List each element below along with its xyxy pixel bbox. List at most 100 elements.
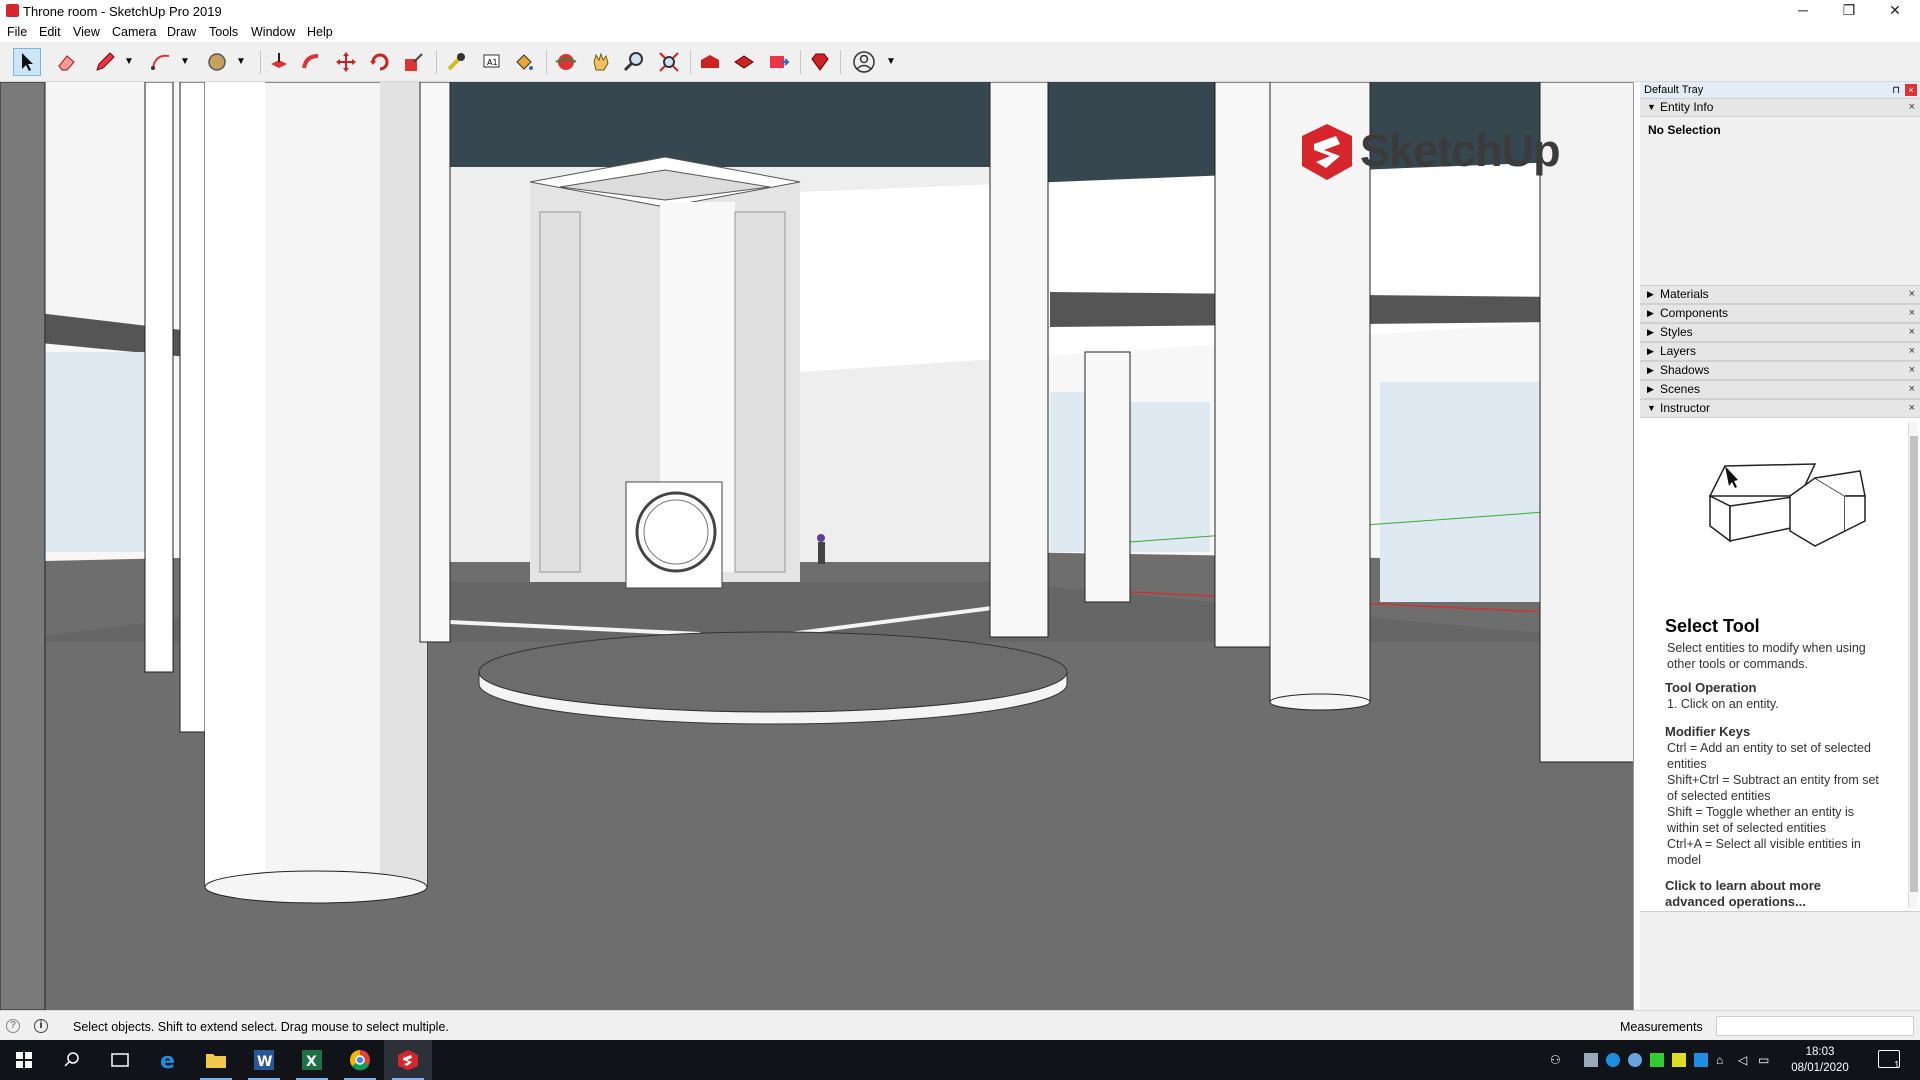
people-icon[interactable]: ⚇	[1550, 1053, 1564, 1067]
pin-icon[interactable]: ⊓	[1892, 83, 1900, 99]
close-icon[interactable]: ×	[1909, 286, 1915, 303]
clock-date: 08/01/2020	[1791, 1062, 1849, 1074]
maximize-button[interactable]: ❐	[1826, 0, 1872, 22]
zoom-icon[interactable]	[620, 48, 648, 76]
measurements-input[interactable]	[1716, 1016, 1914, 1036]
close-button[interactable]: ✕	[1872, 0, 1918, 22]
menu-view[interactable]: View	[73, 25, 100, 39]
send-to-layout-icon[interactable]	[765, 48, 793, 76]
panel-components[interactable]: ▶ Components ×	[1640, 304, 1920, 323]
tray-app-icon[interactable]	[1584, 1053, 1598, 1067]
eraser-icon[interactable]	[53, 48, 81, 76]
instructor-operation-heading: Tool Operation	[1665, 680, 1757, 695]
file-explorer-icon[interactable]	[192, 1040, 240, 1080]
clock[interactable]: 18:03 08/01/2020	[1780, 1044, 1860, 1076]
panel-entity-info[interactable]: ▼ Entity Info ×	[1640, 98, 1920, 117]
panel-instructor[interactable]: ▼ Instructor ×	[1640, 399, 1920, 418]
close-icon[interactable]: ×	[1909, 99, 1915, 116]
orbit-icon[interactable]	[552, 48, 580, 76]
push-pull-icon[interactable]	[265, 48, 293, 76]
svg-text:e: e	[160, 1049, 175, 1071]
follow-me-icon[interactable]	[298, 48, 326, 76]
menu-file[interactable]: File	[7, 25, 27, 39]
entity-info-body: No Selection	[1640, 117, 1920, 269]
paint-bucket-icon[interactable]	[510, 48, 538, 76]
tray-app-icon[interactable]	[1606, 1053, 1620, 1067]
arc-dropdown-icon[interactable]: ▼	[180, 56, 190, 67]
shape-dropdown-icon[interactable]: ▼	[236, 56, 246, 67]
select-icon[interactable]	[13, 48, 41, 76]
tray-app-icon[interactable]	[1628, 1053, 1642, 1067]
windows-start-icon[interactable]	[0, 1040, 48, 1080]
word-icon[interactable]: W	[240, 1040, 288, 1080]
tray-close-button[interactable]: ×	[1905, 84, 1917, 96]
chrome-icon[interactable]	[336, 1040, 384, 1080]
battery-icon[interactable]: ▭	[1758, 1053, 1772, 1067]
warehouse-icon[interactable]	[696, 48, 724, 76]
account-dropdown-icon[interactable]: ▼	[886, 56, 896, 67]
pan-icon[interactable]	[587, 48, 615, 76]
scrollbar-thumb[interactable]	[1910, 436, 1918, 892]
volume-icon[interactable]: ◁	[1738, 1053, 1752, 1067]
menu-help[interactable]: Help	[307, 25, 333, 39]
tray-app-icon[interactable]	[1672, 1053, 1686, 1067]
model-viewport[interactable]: SketchUp	[0, 82, 1634, 1010]
text-icon[interactable]: A1	[477, 48, 505, 76]
menu-camera[interactable]: Camera	[112, 25, 156, 39]
close-icon[interactable]: ×	[1909, 400, 1915, 417]
default-tray: Default Tray ⊓ × ▼ Entity Info × No Sele…	[1640, 82, 1920, 1010]
arc-icon[interactable]	[147, 48, 175, 76]
network-icon[interactable]: ⌂	[1716, 1053, 1730, 1067]
info-icon[interactable]: i	[34, 1019, 48, 1033]
instructor-modifier-line: Shift+Ctrl = Subtract an entity from set…	[1667, 773, 1879, 803]
tape-measure-icon[interactable]	[442, 48, 470, 76]
expanded-triangle-icon: ▼	[1647, 102, 1656, 112]
scale-icon[interactable]	[400, 48, 428, 76]
task-view-icon[interactable]	[96, 1040, 144, 1080]
menu-window[interactable]: Window	[251, 25, 295, 39]
move-icon[interactable]	[332, 48, 360, 76]
panel-label: Styles	[1660, 325, 1693, 339]
instructor-scrollbar[interactable]	[1908, 422, 1918, 908]
instructor-modifier-line: Ctrl = Add an entity to set of selected …	[1667, 741, 1871, 771]
search-icon[interactable]	[48, 1040, 96, 1080]
account-icon[interactable]	[850, 48, 878, 76]
close-icon[interactable]: ×	[1909, 362, 1915, 379]
panel-styles[interactable]: ▶ Styles ×	[1640, 323, 1920, 342]
geo-location-icon[interactable]: ?	[6, 1019, 20, 1033]
edge-icon[interactable]: e	[144, 1040, 192, 1080]
minimize-button[interactable]: ─	[1780, 0, 1826, 22]
rotate-icon[interactable]	[366, 48, 394, 76]
instructor-body: Select Tool Select entities to modify wh…	[1640, 418, 1920, 912]
circle-icon[interactable]	[203, 48, 231, 76]
extension-warehouse-icon[interactable]	[730, 48, 758, 76]
menu-draw[interactable]: Draw	[167, 25, 196, 39]
close-icon[interactable]: ×	[1909, 381, 1915, 398]
sketchup-icon[interactable]	[384, 1040, 432, 1080]
house-illustration-icon	[1708, 463, 1866, 547]
excel-icon[interactable]: X	[288, 1040, 336, 1080]
panel-materials[interactable]: ▶ Materials ×	[1640, 285, 1920, 304]
ruby-icon[interactable]	[806, 48, 834, 76]
pencil-icon[interactable]	[91, 48, 119, 76]
measurements-label: Measurements	[1620, 1020, 1703, 1034]
panel-label: Materials	[1660, 287, 1709, 301]
close-icon[interactable]: ×	[1909, 305, 1915, 322]
tray-app-icon[interactable]	[1650, 1053, 1664, 1067]
scene-drawing	[0, 82, 1633, 1010]
instructor-modifier-line: Shift = Toggle whether an entity is with…	[1667, 805, 1855, 835]
panel-label: Shadows	[1660, 363, 1710, 377]
close-icon[interactable]: ×	[1909, 324, 1915, 341]
close-icon[interactable]: ×	[1909, 343, 1915, 360]
instructor-more-link[interactable]: Click to learn about more advanced opera…	[1665, 878, 1855, 910]
pencil-dropdown-icon[interactable]: ▼	[124, 56, 134, 67]
panel-shadows[interactable]: ▶ Shadows ×	[1640, 361, 1920, 380]
zoom-extents-icon[interactable]	[655, 48, 683, 76]
panel-layers[interactable]: ▶ Layers ×	[1640, 342, 1920, 361]
tray-app-icon[interactable]	[1694, 1053, 1708, 1067]
menu-tools[interactable]: Tools	[209, 25, 238, 39]
collapsed-triangle-icon: ▶	[1647, 365, 1654, 375]
panel-scenes[interactable]: ▶ Scenes ×	[1640, 380, 1920, 399]
notification-count: 1	[1894, 1060, 1900, 1071]
menu-edit[interactable]: Edit	[39, 25, 61, 39]
